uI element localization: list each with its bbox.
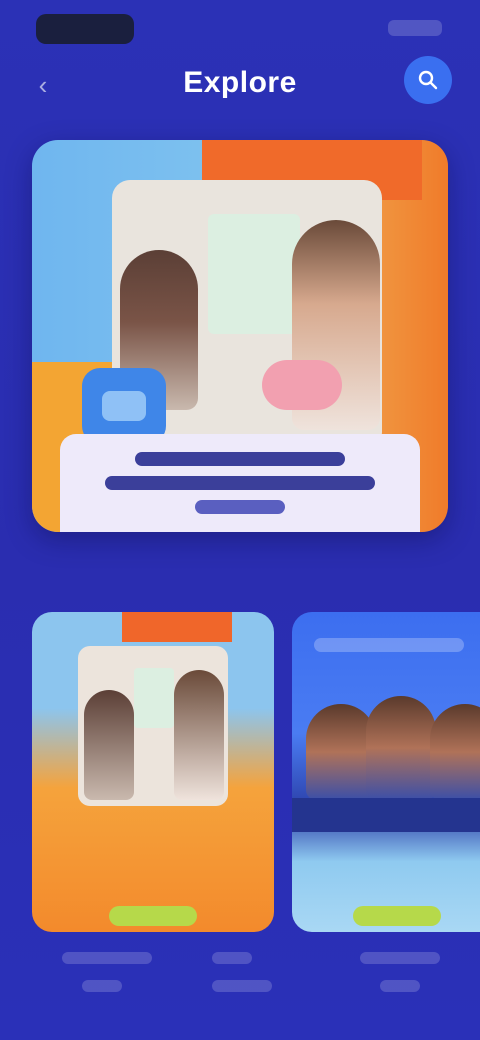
app-screen: ‹ Explore: [0, 0, 480, 1040]
card-people-group: [306, 690, 480, 800]
search-icon[interactable]: [404, 56, 452, 104]
hero-food-plate: [262, 360, 342, 410]
card-title-strip: [314, 638, 464, 652]
status-icons: [388, 20, 442, 36]
card-photo-frame: [78, 646, 228, 806]
card-banner-band: [292, 798, 480, 832]
card-tag-pill: [109, 906, 197, 926]
hero-background-screen: [208, 214, 300, 334]
status-bar: [0, 0, 480, 56]
card-person-left: [84, 690, 134, 800]
card-person-right: [174, 670, 224, 800]
hero-caption-panel: [60, 434, 420, 532]
card-person: [366, 696, 436, 800]
content-card[interactable]: [32, 612, 274, 932]
hero-caption-line: [105, 476, 375, 490]
card-caption: [32, 946, 272, 1016]
hero-caption-line: [195, 500, 285, 514]
caption-line: [82, 980, 122, 992]
search-icon-glyph: [418, 70, 438, 90]
hero-caption-line: [135, 452, 345, 466]
status-time-pill: [36, 14, 134, 44]
card-top-band: [122, 612, 232, 642]
caption-line: [360, 952, 440, 964]
caption-line: [380, 980, 420, 992]
hero-badge-icon: [82, 368, 166, 444]
card-caption: [300, 946, 470, 1016]
section-header: [32, 570, 448, 600]
card-tag-pill: [353, 906, 441, 926]
content-card[interactable]: [292, 612, 480, 932]
hero-banner[interactable]: [32, 140, 448, 532]
header: ‹ Explore: [0, 56, 480, 116]
card-background-screen: [134, 668, 174, 728]
card-person: [430, 704, 480, 800]
caption-line: [212, 952, 252, 964]
caption-line: [212, 980, 272, 992]
caption-line: [62, 952, 152, 964]
